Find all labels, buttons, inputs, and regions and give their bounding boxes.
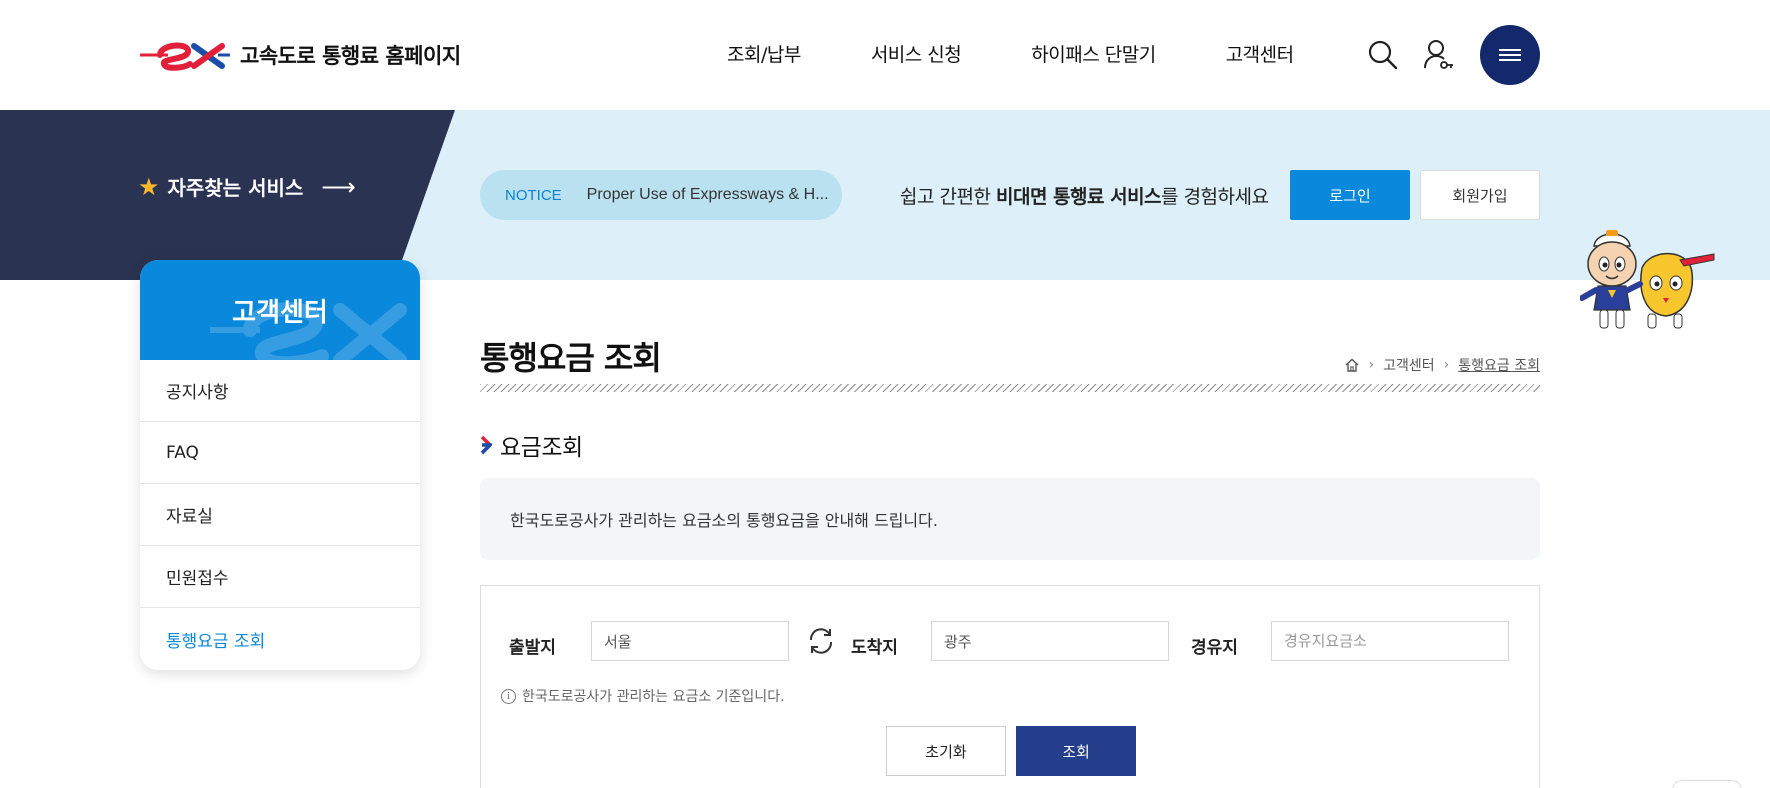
sidebar-item-faq[interactable]: FAQ [140,422,420,484]
notice-text: Proper Use of Expressways & H... [586,186,829,203]
origin-label: 출발지 [509,638,556,658]
notice-ticker[interactable]: NOTICE Proper Use of Expressways & H... [480,170,842,220]
page-title: 통행요금 조회 [480,339,662,377]
breadcrumb-item-customer-center[interactable]: 고객센터 [1383,355,1435,375]
floating-top-button[interactable] [1672,780,1742,788]
search-button[interactable]: 조회 [1016,726,1136,776]
form-note-text: 한국도로공사가 관리하는 요금소 기준입니다. [522,689,785,705]
favorite-services-link[interactable]: ★ 자주찾는 서비스 ⟶ [138,172,356,201]
login-button[interactable]: 로그인 [1290,170,1410,220]
promo-text: 쉽고 간편한 비대면 통행료 서비스를 경험하세요 [900,182,1269,209]
nav-item-inquiry-payment[interactable]: 조회/납부 [727,40,801,67]
side-menu-title: 고객센터 [232,297,328,328]
origin-input[interactable] [591,621,789,661]
chevron-right-icon [480,435,492,455]
ex-logo-icon [140,42,230,71]
breadcrumb-item-current[interactable]: 통행요금 조회 [1458,355,1540,375]
promo-text-post: 를 경험하세요 [1161,186,1269,208]
section-title-text: 요금조회 [500,435,583,461]
favorite-services-label: 자주찾는 서비스 [167,176,304,200]
toll-search-form: 출발지 도착지 경유지 i 한국도로공사가 관리하는 요금소 기준입니다. 초기… [480,585,1540,788]
nav-item-hipass-device[interactable]: 하이패스 단말기 [1031,40,1156,67]
section-title: 요금조회 [480,428,583,462]
sidebar-item-archive[interactable]: 자료실 [140,484,420,546]
promo-text-bold: 비대면 통행료 서비스 [995,186,1162,208]
nav-item-customer-center[interactable]: 고객센터 [1226,40,1294,67]
signup-button[interactable]: 회원가입 [1420,170,1540,220]
promo-text-pre: 쉽고 간편한 [900,186,996,208]
info-icon: i [501,688,516,704]
user-key-icon[interactable] [1422,38,1454,72]
breadcrumb-separator-icon: › [1368,357,1375,373]
side-menu-header: 고객센터 [140,260,420,360]
header: 고속도로 통행료 홈페이지 조회/납부 서비스 신청 하이패스 단말기 고객센터 [0,0,1770,110]
form-note: i 한국도로공사가 관리하는 요금소 기준입니다. [501,686,785,706]
destination-label: 도착지 [851,638,898,658]
star-icon: ★ [138,172,160,201]
swap-icon[interactable] [806,626,836,656]
reset-button[interactable]: 초기화 [886,726,1006,776]
hamburger-icon [1499,46,1521,64]
nav-item-service-apply[interactable]: 서비스 신청 [871,40,962,67]
breadcrumb: › 고객센터 › 통행요금 조회 [1344,355,1540,375]
top-banner: ★ 자주찾는 서비스 ⟶ NOTICE Proper Use of Expres… [0,110,1770,280]
sidebar-item-notice[interactable]: 공지사항 [140,360,420,422]
main-nav: 조회/납부 서비스 신청 하이패스 단말기 고객센터 [727,40,1294,67]
via-label: 경유지 [1191,638,1238,658]
site-title: 고속도로 통행료 홈페이지 [240,44,461,68]
via-input[interactable] [1271,621,1509,661]
title-divider [480,384,1540,392]
mascot-image [1580,230,1715,329]
destination-input[interactable] [931,621,1169,661]
hamburger-menu-button[interactable] [1480,25,1540,85]
sidebar-item-toll-inquiry[interactable]: 통행요금 조회 [140,608,420,670]
info-text: 한국도로공사가 관리하는 요금소의 통행요금을 안내해 드립니다. [510,511,938,530]
breadcrumb-separator-icon: › [1443,357,1450,373]
home-icon[interactable] [1344,357,1360,373]
notice-tag: NOTICE [505,186,562,204]
side-menu: 고객센터 공지사항 FAQ 자료실 민원접수 통행요금 조회 [140,260,420,670]
info-box: 한국도로공사가 관리하는 요금소의 통행요금을 안내해 드립니다. [480,478,1540,560]
search-icon[interactable] [1367,38,1399,72]
arrow-right-icon: ⟶ [321,172,356,201]
site-logo[interactable]: 고속도로 통행료 홈페이지 [138,36,461,74]
sidebar-item-complaint[interactable]: 민원접수 [140,546,420,608]
